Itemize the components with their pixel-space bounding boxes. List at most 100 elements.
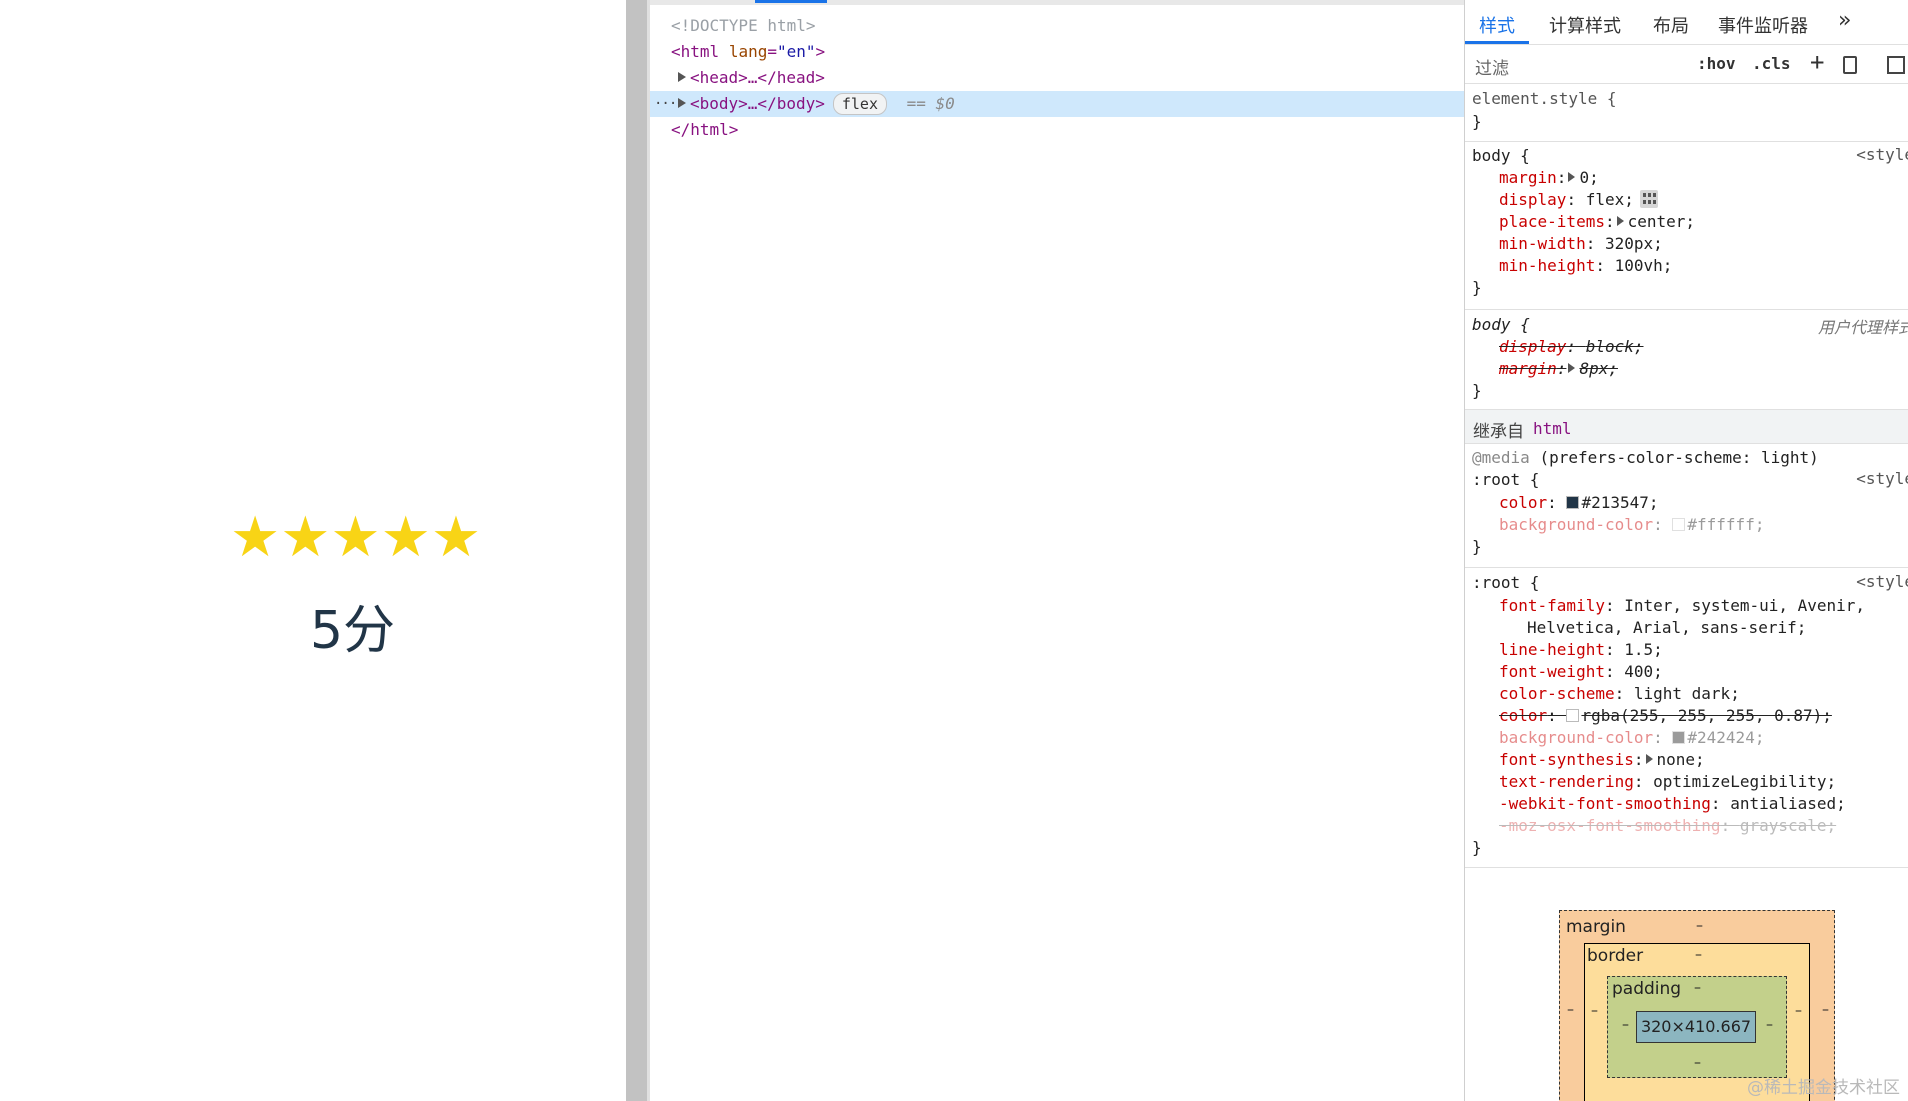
cls-toggle-button[interactable]: .cls	[1752, 54, 1791, 73]
css-declaration[interactable]: place-items: center;	[1499, 211, 1695, 233]
rule-source-link[interactable]: <style	[1856, 469, 1908, 488]
border-top-value[interactable]: –	[1695, 947, 1702, 963]
dom-node-html[interactable]: <html lang="en">	[650, 39, 1464, 65]
padding-right-value[interactable]: –	[1766, 1017, 1773, 1033]
html-close-tag: </html>	[671, 120, 739, 139]
tab-layout[interactable]: 布局	[1653, 12, 1689, 38]
css-declaration[interactable]: margin: 0;	[1499, 167, 1599, 189]
box-model-content-size[interactable]: 320×410.667	[1636, 1011, 1756, 1043]
css-declaration-overridden[interactable]: color: rgba(255, 255, 255, 0.87);	[1499, 705, 1832, 727]
rule-source-link[interactable]: <style	[1856, 145, 1908, 164]
styles-panel: 样式 计算样式 布局 事件监听器 » 过滤 :hov .cls + elemen…	[1465, 0, 1908, 1101]
rule-selector[interactable]: :root {	[1472, 469, 1539, 491]
star-icon[interactable]: ★	[431, 508, 481, 568]
lang-value: "en"	[776, 42, 816, 61]
border-right-value[interactable]: –	[1795, 1003, 1802, 1019]
page-preview: ★ ★ ★ ★ ★ 5分	[0, 0, 626, 1101]
margin-left-value[interactable]: –	[1567, 1002, 1574, 1018]
star-icon[interactable]: ★	[280, 508, 330, 568]
tab-styles[interactable]: 样式	[1479, 12, 1515, 38]
inherited-from-header: 继承自 html	[1465, 410, 1908, 444]
css-declaration-overridden[interactable]: display: block;	[1499, 336, 1644, 358]
border-label: border	[1587, 946, 1644, 966]
css-declaration[interactable]: color-scheme: light dark;	[1499, 683, 1740, 705]
star-icon[interactable]: ★	[381, 508, 431, 568]
more-actions-icon[interactable]: ···	[654, 91, 677, 117]
head-tag: <head>…</head>	[690, 68, 825, 87]
flex-badge[interactable]: flex	[832, 93, 887, 115]
preview-scrollbar[interactable]	[626, 0, 647, 1101]
css-declaration-inactive[interactable]: background-color: #ffffff;	[1499, 514, 1764, 536]
rule-close: }	[1472, 278, 1482, 297]
margin-label: margin	[1566, 917, 1626, 937]
css-declaration[interactable]: min-width: 320px;	[1499, 233, 1663, 255]
expand-triangle-icon[interactable]	[678, 72, 686, 82]
paint-bucket-icon[interactable]	[1843, 56, 1857, 74]
active-tab-indicator	[1465, 41, 1529, 44]
margin-right-value[interactable]: –	[1822, 1002, 1829, 1018]
rule-selector[interactable]: body {	[1472, 145, 1530, 167]
rule-source-link[interactable]: <style	[1856, 572, 1908, 591]
score-text: 5分	[309, 601, 396, 661]
star-icon[interactable]: ★	[330, 508, 380, 568]
css-declaration[interactable]: color: #213547;	[1499, 492, 1659, 514]
css-declaration[interactable]: -webkit-font-smoothing: antialiased;	[1499, 793, 1846, 815]
css-declaration[interactable]: display: flex;	[1499, 189, 1658, 211]
css-declaration[interactable]: line-height: 1.5;	[1499, 639, 1663, 661]
color-swatch[interactable]	[1672, 731, 1686, 744]
dom-node-head[interactable]: <head>…</head>	[650, 65, 1464, 91]
expand-triangle-icon[interactable]	[678, 98, 686, 108]
hov-toggle-button[interactable]: :hov	[1697, 54, 1736, 73]
active-panel-indicator	[755, 0, 827, 3]
more-tabs-icon[interactable]: »	[1838, 8, 1851, 33]
dom-node-html-close[interactable]: </html>	[650, 117, 1464, 143]
css-declaration[interactable]: font-weight: 400;	[1499, 661, 1663, 683]
tab-event-listeners[interactable]: 事件监听器	[1718, 12, 1808, 38]
star-rating[interactable]: ★ ★ ★ ★ ★	[230, 508, 481, 568]
doctype-text: <!DOCTYPE html>	[671, 16, 816, 35]
flexbox-editor-icon[interactable]	[1639, 190, 1658, 208]
inherited-from-link[interactable]: html	[1533, 419, 1572, 438]
toggle-sidebar-icon[interactable]	[1887, 56, 1905, 74]
border-left-value[interactable]: –	[1591, 1003, 1598, 1019]
tab-computed[interactable]: 计算样式	[1549, 12, 1621, 38]
rule-selector[interactable]: body {	[1472, 314, 1530, 336]
rule-media-root: @media (prefers-color-scheme: light) :ro…	[1465, 444, 1908, 568]
css-declaration-continuation: Helvetica, Arial, sans-serif;	[1527, 618, 1807, 637]
selected-node-marker: == $0	[906, 94, 955, 113]
css-declaration[interactable]: text-rendering: optimizeLegibility;	[1499, 771, 1836, 793]
rule-body: body { <style margin:0; display: flex; p…	[1465, 142, 1908, 310]
rule-root: :root { <style font-family: Inter, syste…	[1465, 568, 1908, 868]
body-tag: <body>…</body>	[690, 94, 825, 113]
padding-bottom-value[interactable]: –	[1694, 1055, 1701, 1071]
rule-selector[interactable]: :root {	[1472, 572, 1539, 594]
css-declaration[interactable]: font-family: Inter, system-ui, Avenir,	[1499, 595, 1865, 617]
css-declaration-inactive[interactable]: background-color: #242424;	[1499, 727, 1764, 749]
rule-close: }	[1472, 381, 1482, 400]
lang-attribute: lang	[728, 42, 768, 61]
dom-node-doctype[interactable]: <!DOCTYPE html>	[650, 13, 1464, 39]
padding-top-value[interactable]: –	[1694, 980, 1701, 996]
star-icon[interactable]: ★	[230, 508, 280, 568]
inherited-label: 继承自	[1473, 422, 1524, 442]
margin-top-value[interactable]: –	[1696, 918, 1703, 934]
media-query: @media (prefers-color-scheme: light)	[1472, 448, 1819, 467]
rule-close: }	[1472, 112, 1482, 131]
css-declaration-overridden[interactable]: margin: 8px;	[1499, 358, 1618, 380]
html-open-tag: <html	[671, 42, 720, 61]
styles-tabbar: 样式 计算样式 布局 事件监听器 »	[1465, 0, 1908, 45]
rule-close: }	[1472, 838, 1482, 857]
padding-left-value[interactable]: –	[1622, 1017, 1629, 1033]
css-declaration[interactable]: font-synthesis: none;	[1499, 749, 1705, 771]
color-swatch[interactable]	[1566, 496, 1580, 509]
css-declaration[interactable]: min-height: 100vh;	[1499, 255, 1672, 277]
color-swatch[interactable]	[1672, 518, 1686, 531]
filter-bar: 过滤 :hov .cls +	[1465, 46, 1908, 84]
rule-selector[interactable]: element.style {	[1472, 88, 1617, 110]
color-swatch[interactable]	[1566, 709, 1580, 722]
filter-input[interactable]: 过滤	[1475, 54, 1509, 79]
new-rule-icon[interactable]: +	[1810, 48, 1824, 76]
css-declaration-invalid[interactable]: -moz-osx-font-smoothing: grayscale;	[1499, 815, 1836, 837]
dom-node-body[interactable]: ··· <body>…</body> flex == $0	[650, 91, 1464, 117]
box-model-padding[interactable]: padding – – – – 320×410.667	[1607, 976, 1787, 1078]
